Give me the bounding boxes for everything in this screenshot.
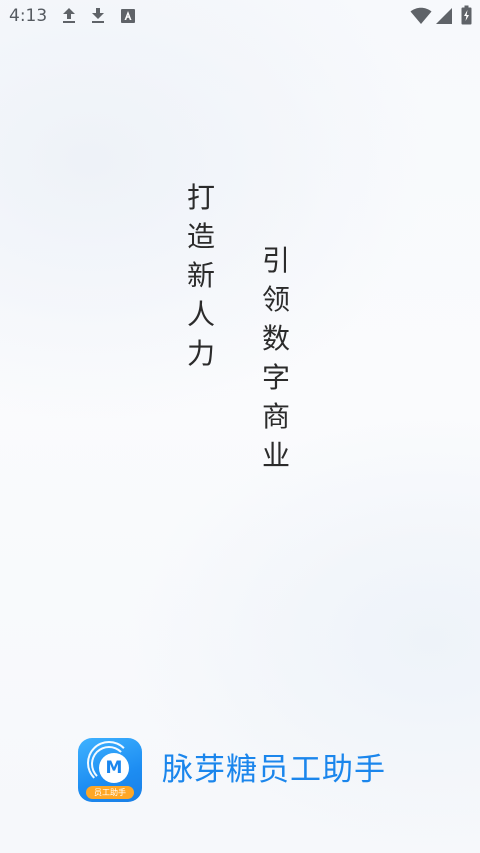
slogan-char: 打 (186, 181, 215, 214)
slogan-build-new-talent: 打 造 新 人 力 (186, 178, 216, 373)
slogan-char: 引 (261, 244, 290, 277)
battery-icon (461, 5, 472, 25)
slogan-char: 数 (261, 322, 290, 355)
slogan-char: 业 (261, 439, 290, 472)
status-bar: 4:13 (0, 0, 480, 34)
keyboard-icon (121, 9, 135, 23)
slogan-lead-digital-business: 引 领 数 字 商 业 (261, 241, 291, 475)
brand-footer: M 员工助手 脉芽糖员工助手 (78, 738, 386, 802)
slogan-char: 人 (186, 298, 215, 331)
app-logo: M 员工助手 (78, 738, 142, 802)
upload-icon (63, 8, 75, 23)
logo-banner: 员工助手 (86, 786, 134, 799)
status-time: 4:13 (9, 6, 48, 26)
slogan-char: 造 (186, 220, 215, 253)
slogan-char: 商 (261, 400, 290, 433)
app-name: 脉芽糖员工助手 (162, 752, 386, 788)
slogan-char: 领 (261, 283, 290, 316)
logo-m-mark: M (105, 758, 123, 778)
slogan-char: 字 (261, 361, 290, 394)
download-icon (92, 8, 104, 23)
signal-icon (436, 8, 452, 24)
wifi-icon (410, 7, 432, 24)
slogan-char: 力 (186, 337, 215, 370)
slogan-char: 新 (186, 259, 215, 292)
